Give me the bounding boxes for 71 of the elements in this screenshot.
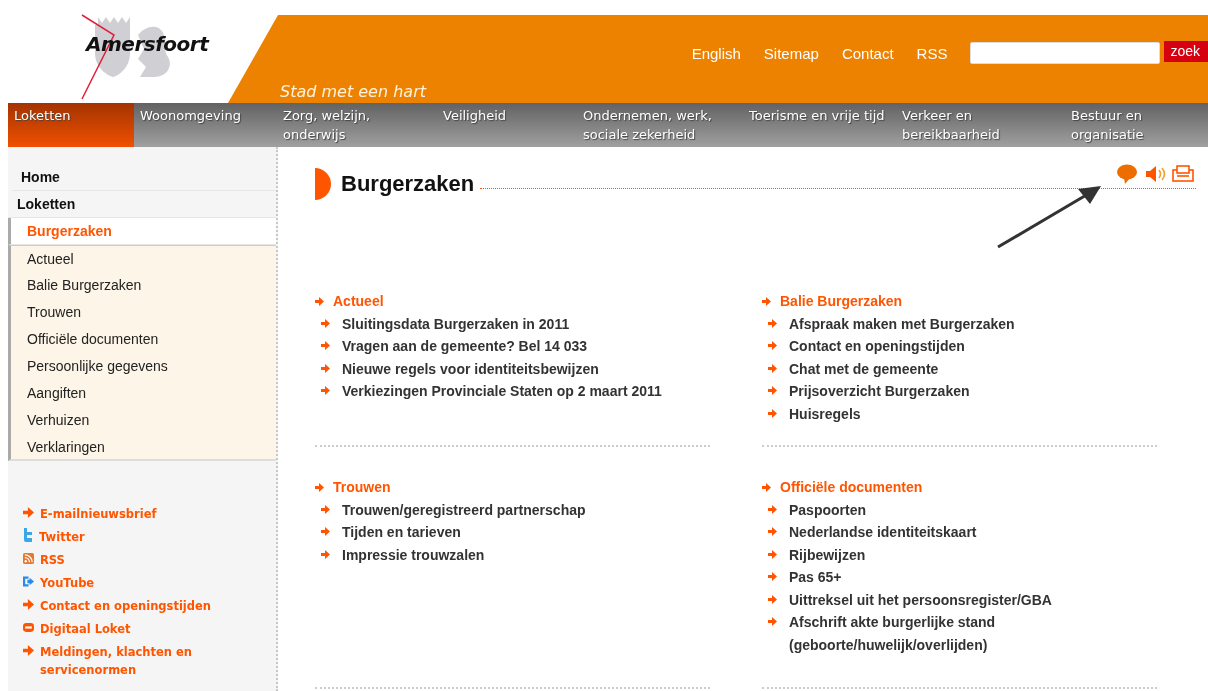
exit-icon	[23, 576, 34, 587]
content-link[interactable]: Vragen aan de gemeente? Bel 14 033	[342, 335, 710, 358]
content-link[interactable]: Contact en openingstijden	[789, 335, 1157, 358]
arrow-icon	[768, 594, 777, 604]
arrow-icon	[321, 549, 330, 559]
content-link[interactable]: Verkiezingen Provinciale Staten op 2 maart 2011	[342, 380, 710, 403]
sidebar-item[interactable]: Verhuizen	[8, 407, 276, 434]
nav-tab[interactable]: Bestuur en organisatie	[1065, 103, 1208, 147]
content-link[interactable]: Pas 65+	[789, 566, 1069, 589]
content-link[interactable]: Afschrift akte burgerlijke stand (geboorte/huwelijk/overlijden)	[789, 611, 1069, 656]
arrow-icon	[762, 482, 771, 492]
arrow-icon	[23, 645, 34, 656]
content-link[interactable]: Sluitingsdata Burgerzaken in 2011	[342, 312, 710, 335]
arrow-icon	[315, 482, 324, 492]
nav-tab[interactable]: Verkeer en bereikbaarheid	[896, 103, 1065, 147]
content-link[interactable]: Prijsoverzicht Burgerzaken	[789, 380, 1157, 403]
arrow-icon	[768, 408, 777, 418]
arrow-icon	[768, 363, 777, 373]
speaker-icon[interactable]	[1144, 164, 1166, 184]
arrow-icon	[768, 527, 777, 536]
arrow-icon	[321, 341, 330, 350]
nav-tab[interactable]: Zorg, welzijn, onderwijs	[275, 103, 437, 147]
arrow-icon	[321, 363, 330, 373]
nav-tab[interactable]: Veiligheid	[437, 103, 577, 147]
search-button[interactable]: zoek	[1164, 40, 1208, 62]
arrow-icon	[768, 617, 777, 626]
tagline: Stad met een hart	[280, 82, 426, 101]
desk-icon	[23, 622, 34, 633]
rss-icon	[23, 553, 34, 564]
content-link[interactable]: Trouwen/geregistreerd partnerschap	[342, 498, 710, 521]
search-field[interactable]	[970, 42, 1161, 64]
content-link[interactable]: Rijbewijzen	[789, 543, 1069, 566]
arrow-icon	[315, 296, 324, 306]
sidebar-item[interactable]: Verklaringen	[8, 434, 276, 461]
sidebar-item[interactable]: Persoonlijke gegevens	[8, 353, 276, 380]
arrow-icon	[768, 341, 777, 350]
nav-tab[interactable]: Woonomgeving	[134, 103, 275, 147]
arrow-icon	[321, 386, 330, 395]
arrow-icon	[768, 549, 777, 559]
sidebar-item[interactable]: Aangiften	[8, 380, 276, 407]
arrow-icon	[23, 599, 34, 610]
arrow-icon	[321, 504, 330, 514]
sidebar-item[interactable]: Actueel	[8, 245, 276, 272]
arrow-icon	[768, 318, 777, 328]
sidebar-item[interactable]: Home	[12, 164, 276, 191]
sidebar-item[interactable]: Balie Burgerzaken	[8, 272, 276, 299]
content-link[interactable]: Paspoorten	[789, 498, 1069, 521]
content-link[interactable]: Impressie trouwzalen	[342, 543, 710, 566]
sidebar-item[interactable]: Officiële documenten	[8, 326, 276, 353]
speech-bubble-icon[interactable]	[1116, 164, 1138, 184]
arrow-icon	[321, 318, 330, 328]
bird-t-icon	[23, 528, 33, 542]
printer-icon[interactable]	[1172, 164, 1194, 184]
arrow-icon	[768, 572, 777, 581]
nav-tab[interactable]: Toerisme en vrije tijd	[743, 103, 896, 147]
content-link[interactable]: Afspraak maken met Burgerzaken	[789, 312, 1157, 335]
arrow-icon	[321, 527, 330, 536]
content-link[interactable]: Chat met de gemeente	[789, 357, 1157, 380]
content-link[interactable]: Huisregels	[789, 402, 1157, 425]
nav-tab[interactable]: Ondernemen, werk, sociale zekerheid	[577, 103, 743, 147]
page-title: Burgerzaken	[341, 171, 475, 197]
content-link[interactable]: Tijden en tarieven	[342, 521, 710, 544]
content-link[interactable]: Uittreksel uit het persoonsregister/GBA	[789, 588, 1069, 611]
sidebar-item[interactable]: Trouwen	[8, 299, 276, 326]
arrow-icon	[762, 296, 771, 306]
content-link[interactable]: Nieuwe regels voor identiteitsbewijzen	[342, 357, 710, 380]
arrow-icon	[768, 504, 777, 514]
nav-tab[interactable]: Loketten	[8, 103, 134, 147]
arrow-icon	[768, 386, 777, 395]
arrow-icon	[23, 507, 34, 518]
content-link[interactable]: Nederlandse identiteitskaart	[789, 521, 1069, 544]
